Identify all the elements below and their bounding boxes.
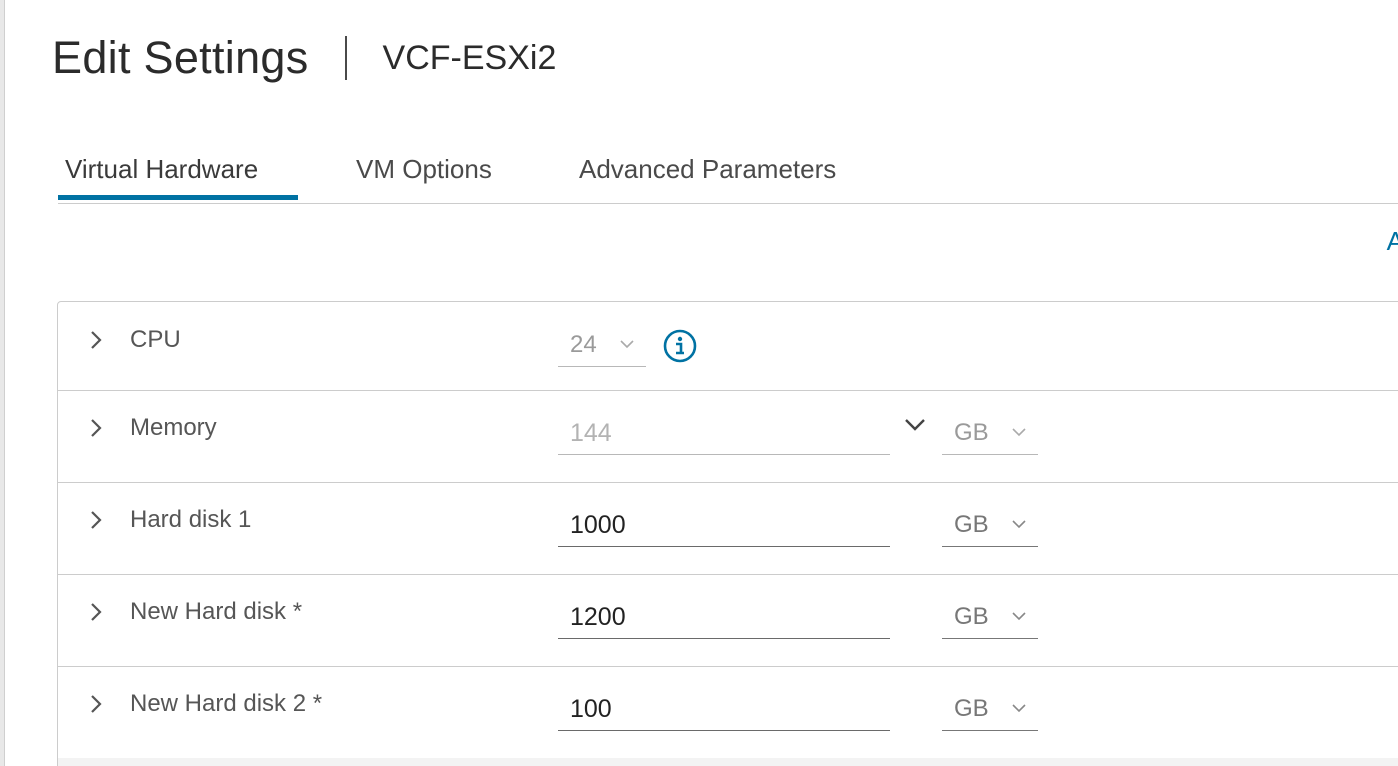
tab-vm-options[interactable]: VM Options [356,146,492,204]
new-hard-disk-unit-value: GB [954,603,989,630]
hardware-row-hard-disk-1: Hard disk 1 GB [58,483,1398,575]
new-hard-disk-2-input[interactable] [558,687,890,731]
settings-tabs: Virtual Hardware VM Options Advanced Par… [58,146,1398,204]
info-icon[interactable] [662,328,698,364]
hard-disk-1-unit-select[interactable]: GB [942,503,1038,547]
add-new-device-link[interactable]: A [1387,226,1398,257]
tab-label: Advanced Parameters [579,154,837,184]
new-hard-disk-2-unit-select[interactable]: GB [942,687,1038,731]
hard-disk-1-unit-value: GB [954,511,989,538]
dialog-title: Edit Settings [52,32,309,83]
hard-disk-1-size[interactable] [558,503,890,540]
memory-value[interactable] [558,411,890,448]
memory-input[interactable] [558,411,890,455]
cpu-label: CPU [130,326,181,353]
hardware-row-new-hard-disk: New Hard disk * GB [58,575,1398,667]
dialog-header: Edit Settings VCF-ESXi2 [52,28,556,88]
memory-unit-select[interactable]: GB [942,411,1038,455]
chevron-down-icon [620,340,634,349]
tab-label: VM Options [356,154,492,184]
hardware-list: CPU 24 Memory 144 GB Hard disk 1 1000 GB… [57,301,1398,766]
left-panel-divider [4,0,5,766]
chevron-down-icon [1012,428,1026,437]
tab-advanced-parameters[interactable]: Advanced Parameters [579,146,836,204]
memory-label: Memory [130,414,217,441]
chevron-down-icon [1012,520,1026,529]
chevron-right-icon[interactable] [88,328,104,352]
chevron-down-icon[interactable] [904,417,926,433]
active-tab-indicator [58,195,298,200]
new-hard-disk-size[interactable] [558,595,890,632]
chevron-right-icon[interactable] [88,692,104,716]
hardware-row-cpu: CPU 24 [58,302,1398,391]
cpu-count-value: 24 [570,331,597,358]
hardware-row-memory: Memory GB [58,391,1398,483]
new-hard-disk-label: New Hard disk * [130,598,303,625]
vm-name: VCF-ESXi2 [382,38,557,77]
edit-settings-dialog: Edit Settings VCF-ESXi2 Virtual Hardware… [0,0,1398,766]
title-separator [344,36,347,80]
chevron-down-icon [1012,704,1026,713]
new-hard-disk-2-size[interactable] [558,687,890,724]
new-hard-disk-2-label: New Hard disk 2 * [130,690,323,717]
next-row-partial [58,758,1398,766]
new-hard-disk-unit-select[interactable]: GB [942,595,1038,639]
tab-label: Virtual Hardware [65,154,259,184]
hard-disk-1-input[interactable] [558,503,890,547]
chevron-right-icon[interactable] [88,508,104,532]
new-hard-disk-2-unit-value: GB [954,695,989,722]
new-hard-disk-input[interactable] [558,595,890,639]
hardware-row-new-hard-disk-2: New Hard disk 2 * GB [58,667,1398,759]
chevron-right-icon[interactable] [88,600,104,624]
chevron-down-icon [1012,612,1026,621]
chevron-right-icon[interactable] [88,416,104,440]
memory-unit-value: GB [954,419,989,446]
hard-disk-1-label: Hard disk 1 [130,506,252,533]
cpu-count-select[interactable]: 24 [558,323,646,367]
